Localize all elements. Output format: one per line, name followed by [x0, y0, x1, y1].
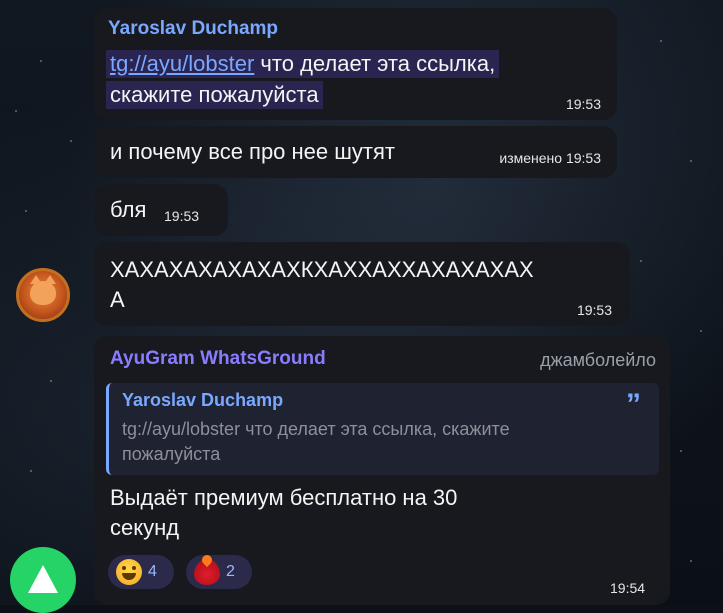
message-text-part: что делает эта ссылка, [254, 51, 496, 76]
cat-icon [30, 275, 56, 305]
reaction-chip[interactable]: 2 [186, 552, 252, 589]
message-text-line2: скажите пожалуйста [106, 81, 323, 109]
reply-sender: Yaroslav Duchamp [122, 390, 284, 410]
reaction-count: 4 [148, 563, 157, 580]
message-bubble[interactable]: бля 19:53 [94, 184, 228, 236]
reaction-count: 2 [226, 563, 235, 580]
sender-name[interactable]: Yaroslav Duchamp [108, 18, 278, 40]
message-link[interactable]: tg://ayu/lobster [110, 51, 254, 76]
message-bubble[interactable]: Yaroslav Duchamp tg://ayu/lobster что де… [94, 8, 617, 120]
message-text-line2: секунд [110, 515, 180, 540]
message-bubble[interactable]: ХАХАХАХАХАХАХКХАХХАХХАХАХАХАХ А 19:53 [94, 242, 630, 326]
message-time: 19:54 [610, 580, 646, 596]
whatsapp-button[interactable] [10, 547, 76, 613]
paper-plane-icon [28, 565, 58, 593]
message-time: 19:53 [576, 302, 612, 318]
reaction-chip[interactable]: 4 [108, 555, 174, 589]
reply-text: tg://ayu/lobster что делает эта ссылка, … [122, 419, 510, 439]
message-bubble[interactable]: и почему все про нее шутят изменено 19:5… [94, 126, 617, 178]
quote-icon: ” [626, 388, 641, 421]
message-text: tg://ayu/lobster что делает эта ссылка, [106, 50, 500, 78]
message-text: и почему все про нее шутят [110, 139, 395, 164]
message-time: 19:53 [565, 96, 601, 112]
user-avatar[interactable] [16, 268, 70, 322]
message-text: ХАХАХАХАХАХАХКХАХХАХХАХАХАХАХ [110, 257, 534, 282]
message-text: Выдаёт премиум бесплатно на 30 [110, 485, 458, 510]
message-time: 19:53 [164, 208, 200, 224]
message-edited-time: изменено 19:53 [499, 150, 601, 166]
sender-name[interactable]: AyuGram WhatsGround [110, 348, 326, 370]
author-signature: джамболейло [540, 350, 656, 370]
message-text-line2: А [110, 287, 125, 312]
message-text: бля [110, 197, 147, 222]
reply-text-line2: пожалуйста [122, 444, 221, 464]
grinning-face-icon [116, 559, 142, 585]
fire-heart-icon [194, 552, 220, 585]
